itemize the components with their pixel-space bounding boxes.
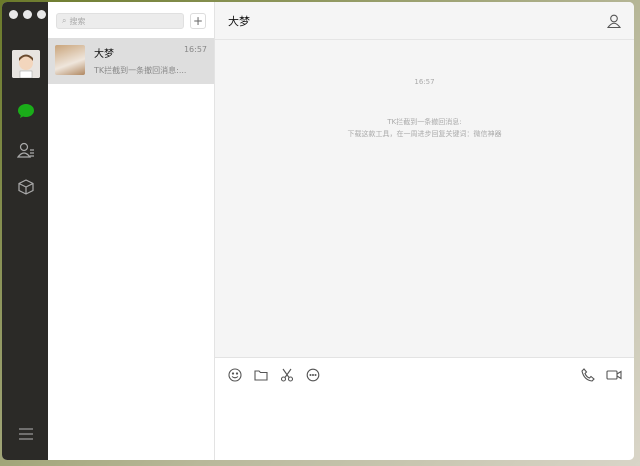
window-controls bbox=[9, 10, 46, 19]
contacts-icon[interactable] bbox=[15, 139, 37, 161]
nav-sidebar bbox=[2, 2, 48, 460]
contact-avatar bbox=[55, 45, 85, 75]
phone-icon[interactable] bbox=[580, 367, 596, 383]
add-button[interactable]: + bbox=[190, 13, 206, 29]
minimize-button[interactable] bbox=[23, 10, 32, 19]
list-item[interactable]: 大梦 16:57 TK拦截到一条撤回消息:... bbox=[48, 38, 214, 84]
close-button[interactable] bbox=[9, 10, 18, 19]
video-call-icon[interactable] bbox=[606, 367, 622, 383]
message-area: 16:57 TK拦截到一条撤回消息: 下载这款工具，在一周进步回复关键词：微信神器 bbox=[215, 40, 634, 357]
chat-title: 大梦 bbox=[228, 14, 250, 28]
message-input[interactable] bbox=[215, 357, 634, 460]
system-message: TK拦截到一条撤回消息: 下载这款工具，在一周进步回复关键词：微信神器 bbox=[347, 118, 502, 138]
folder-icon[interactable] bbox=[253, 367, 269, 383]
emoji-icon[interactable] bbox=[227, 367, 243, 383]
contact-name: 大梦 bbox=[94, 49, 114, 60]
user-avatar[interactable] bbox=[12, 50, 40, 78]
chat-bubble-icon[interactable] bbox=[305, 367, 321, 383]
conversation-preview: TK拦截到一条撤回消息:... bbox=[94, 66, 187, 75]
zoom-button[interactable] bbox=[37, 10, 46, 19]
chat-pane: 大梦 16:57 TK拦截到一条撤回消息: 下载这款工具，在一周进步回复关键词：微… bbox=[215, 2, 634, 460]
conversation-time: 16:57 bbox=[183, 45, 207, 54]
search-input[interactable]: ⌕ 搜索 bbox=[56, 13, 184, 29]
message-timestamp: 16:57 bbox=[414, 78, 435, 86]
chat-icon[interactable] bbox=[15, 100, 37, 122]
search-icon: ⌕ bbox=[62, 16, 67, 25]
menu-icon[interactable] bbox=[15, 423, 37, 445]
conversation-list: ⌕ 搜索 + 大梦 16:57 TK拦截到一条撤回消息:... bbox=[48, 2, 215, 460]
wechat-window: ⌕ 搜索 + 大梦 16:57 TK拦截到一条撤回消息:... 大梦 16:57 T… bbox=[2, 2, 634, 460]
favorites-icon[interactable] bbox=[15, 176, 37, 198]
contact-info-icon[interactable] bbox=[606, 13, 622, 29]
scissors-icon[interactable] bbox=[279, 367, 295, 383]
